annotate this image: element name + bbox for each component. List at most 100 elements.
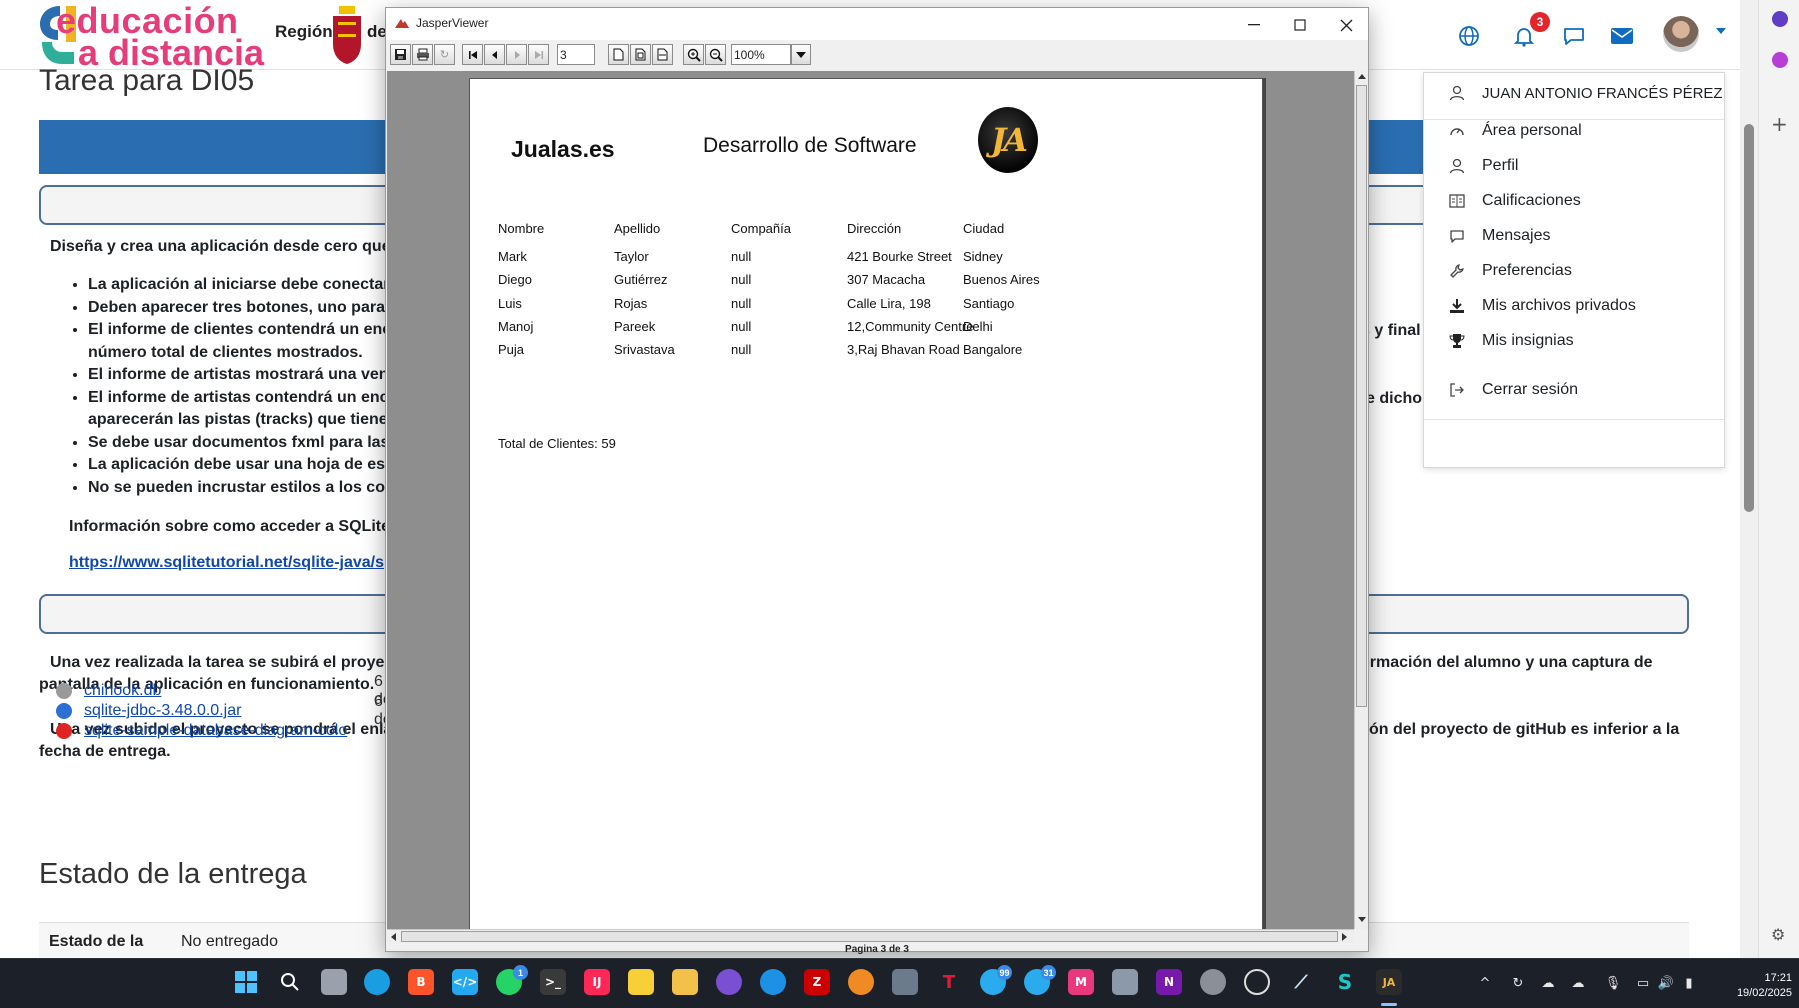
app-hexagon-icon[interactable] xyxy=(848,969,874,995)
cloud-icon[interactable]: ☁ xyxy=(1540,975,1556,991)
report-horizontal-scroll-thumb[interactable] xyxy=(401,931,1338,942)
report-cell: 421 Bourke Street xyxy=(847,249,952,264)
user-menu-item[interactable]: Mensajes xyxy=(1448,222,1550,250)
page-scrollbar[interactable] xyxy=(1740,0,1758,958)
reload-icon[interactable]: ↻ xyxy=(434,44,455,65)
report-cell: 3,Raj Bhavan Road xyxy=(847,342,960,358)
search-icon[interactable] xyxy=(277,969,303,995)
filezilla-icon[interactable]: Z xyxy=(804,969,830,995)
minimize-button[interactable] xyxy=(1231,8,1277,42)
onedrive-icon[interactable]: ☁ xyxy=(1570,975,1586,991)
submit-text-1-right: ormación del alumno y una captura de xyxy=(1360,654,1653,671)
file-link[interactable]: sqlite-sample-database-diagram-colo xyxy=(84,722,347,740)
user-menu-name[interactable]: JUAN ANTONIO FRANCÉS PÉREZ xyxy=(1448,79,1723,107)
report-total-clients: Total de Clientes: 59 xyxy=(498,436,616,451)
submission-status-value: No entregado xyxy=(181,933,278,950)
mail-envelope-icon[interactable] xyxy=(1608,22,1636,50)
user-avatar[interactable] xyxy=(1663,16,1699,52)
close-button[interactable] xyxy=(1323,8,1369,42)
messenger-app-icon[interactable]: M xyxy=(1068,969,1094,995)
next-page-icon[interactable] xyxy=(506,44,527,65)
fit-page-icon[interactable] xyxy=(630,44,651,65)
report-subtitle: Desarrollo de Software xyxy=(703,134,917,157)
user-menu-item[interactable]: Calificaciones xyxy=(1448,187,1581,215)
telegram-second-icon[interactable]: 31 xyxy=(1024,965,1056,995)
report-horizontal-scrollbar[interactable] xyxy=(387,929,1354,943)
first-page-icon[interactable] xyxy=(462,44,483,65)
system-clock[interactable]: 17:21 19/02/2025 xyxy=(1718,971,1792,1001)
docker-icon[interactable] xyxy=(760,969,786,995)
file-explorer-icon[interactable] xyxy=(672,969,698,995)
app-s-icon[interactable]: S xyxy=(1332,969,1358,995)
java-app-icon[interactable]: JA xyxy=(1376,969,1402,995)
actual-size-icon[interactable] xyxy=(608,44,629,65)
last-page-icon[interactable] xyxy=(528,44,549,65)
sticky-notes-icon[interactable] xyxy=(628,969,654,995)
report-page: Jualas.es Desarrollo de Software JA Nomb… xyxy=(469,78,1263,929)
terminal-icon[interactable]: >_ xyxy=(540,969,566,995)
messages-bubble-icon[interactable] xyxy=(1560,22,1588,50)
camera-icon[interactable] xyxy=(1112,969,1138,995)
user-menu-item[interactable]: Mis archivos privados xyxy=(1448,292,1636,320)
brave-browser-icon[interactable]: B xyxy=(408,969,434,995)
report-vertical-scroll-thumb[interactable] xyxy=(1356,85,1367,707)
save-icon[interactable] xyxy=(390,44,411,65)
jasper-toolbar: ↻ 3 100% xyxy=(386,40,1368,70)
page-scrollbar-thumb[interactable] xyxy=(1744,124,1754,512)
language-globe-icon[interactable] xyxy=(1455,22,1483,50)
network-icon[interactable]: ▭ xyxy=(1635,975,1651,991)
user-menu-item[interactable]: Cerrar sesión xyxy=(1448,376,1578,404)
tray-chevron-up-icon[interactable]: ^ xyxy=(1477,975,1493,991)
scroll-left-icon[interactable] xyxy=(391,933,396,941)
jasper-titlebar[interactable]: JasperViewer xyxy=(386,8,1368,42)
sync-icon[interactable]: ↻ xyxy=(1510,975,1526,991)
wrench-icon xyxy=(1448,262,1466,280)
page-number-input[interactable]: 3 xyxy=(557,44,595,65)
steam-icon[interactable] xyxy=(1244,969,1270,995)
add-side-app-icon[interactable]: + xyxy=(1771,112,1788,136)
user-menu-caret-icon[interactable] xyxy=(1716,28,1726,34)
previous-page-icon[interactable] xyxy=(484,44,505,65)
user-menu-item[interactable]: Preferencias xyxy=(1448,257,1572,285)
telegram-icon[interactable]: 99 xyxy=(980,965,1012,995)
fit-width-icon[interactable] xyxy=(652,44,673,65)
windows-start-icon[interactable] xyxy=(233,969,259,995)
edge-browser-icon[interactable] xyxy=(364,969,390,995)
zoom-in-icon[interactable] xyxy=(683,44,704,65)
iptv-app-icon[interactable] xyxy=(716,969,742,995)
site-logo[interactable]: educación a distancia xyxy=(38,0,268,73)
tesla-icon[interactable]: T xyxy=(936,969,962,995)
image-viewer-icon[interactable] xyxy=(892,969,918,995)
volume-icon[interactable]: 🔊 xyxy=(1658,975,1674,991)
scroll-up-icon[interactable] xyxy=(1358,74,1366,79)
zoom-dropdown-chevron-icon[interactable] xyxy=(791,44,811,65)
user-menu-item[interactable]: Perfil xyxy=(1448,152,1518,180)
onenote-icon[interactable]: N xyxy=(1156,969,1182,995)
requirement-item: Se debe usar documentos fxml para las xyxy=(88,432,418,455)
task-view-icon[interactable] xyxy=(321,969,347,995)
file-link[interactable]: chinook.db xyxy=(84,682,161,700)
microphone-icon[interactable]: 🎙 xyxy=(1605,975,1622,991)
zoom-out-icon[interactable] xyxy=(705,44,726,65)
user-menu-item[interactable]: Mis insignias xyxy=(1448,327,1574,355)
copilot-icon[interactable] xyxy=(1772,11,1788,27)
scroll-right-icon[interactable] xyxy=(1342,933,1347,941)
app-wand-icon[interactable]: ⟋ xyxy=(1288,969,1314,995)
maximize-button[interactable] xyxy=(1277,8,1323,42)
report-vertical-scrollbar[interactable] xyxy=(1354,71,1368,929)
zoom-level-select[interactable]: 100% xyxy=(731,44,791,65)
browser-side-panel: + ⚙ xyxy=(1758,0,1799,958)
print-icon[interactable] xyxy=(412,44,433,65)
vscode-icon[interactable]: </> xyxy=(452,969,478,995)
battery-icon[interactable]: ▮ xyxy=(1681,975,1697,991)
settings-gear-icon[interactable]: ⚙ xyxy=(1771,925,1785,944)
scroll-down-icon[interactable] xyxy=(1358,917,1366,922)
intellij-icon[interactable]: IJ xyxy=(584,969,610,995)
user-menu-item[interactable]: Área personal xyxy=(1448,117,1582,145)
file-link[interactable]: sqlite-jdbc-3.48.0.0.jar xyxy=(84,702,241,720)
whatsapp-icon[interactable]: 1 xyxy=(496,965,528,995)
sqlite-tutorial-link[interactable]: https://www.sqlitetutorial.net/sqlite-ja… xyxy=(69,554,384,572)
notification-count-badge: 3 xyxy=(1530,12,1550,32)
settings-gear-taskbar-icon[interactable] xyxy=(1200,969,1226,995)
side-app-icon[interactable] xyxy=(1772,52,1788,68)
